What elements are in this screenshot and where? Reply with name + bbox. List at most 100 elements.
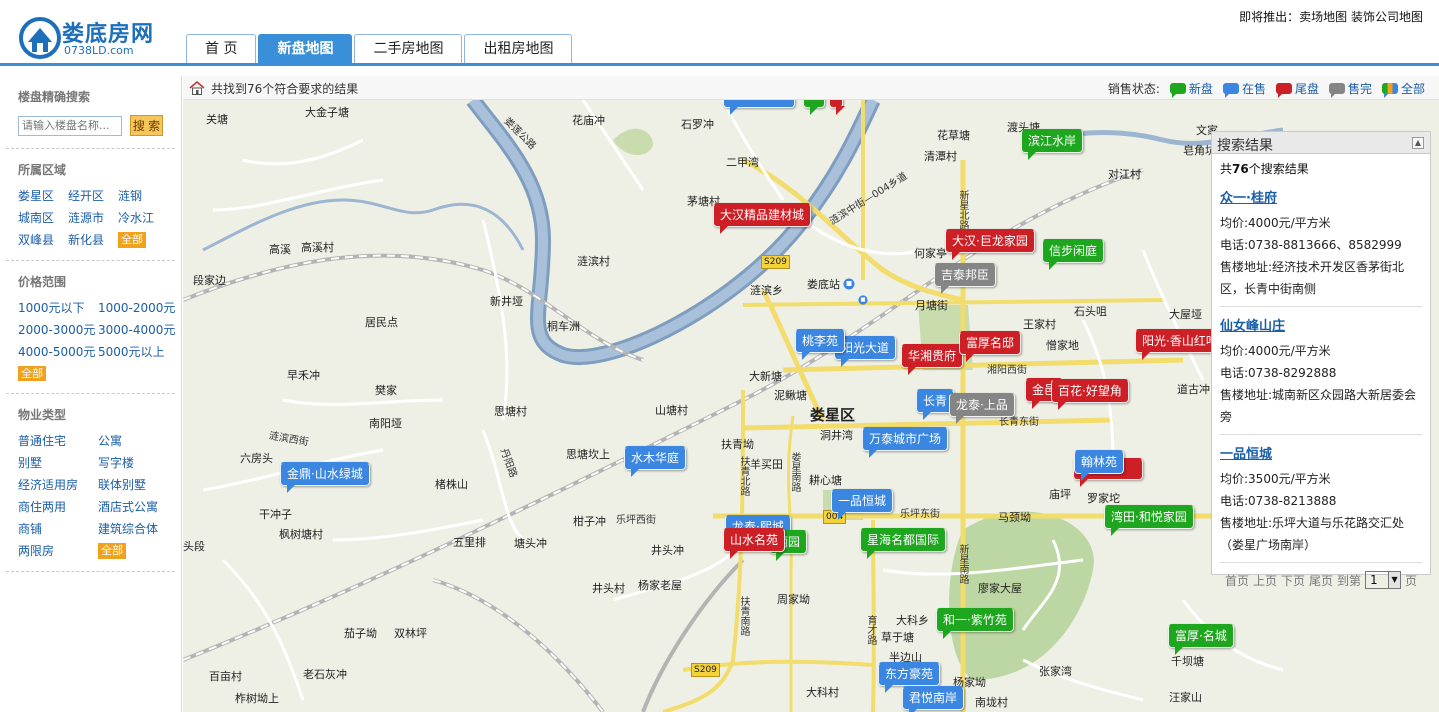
result-name-link[interactable]: 一品恒城 xyxy=(1220,443,1422,462)
result-price: 均价:4000元/平方米 xyxy=(1220,344,1331,358)
page-select[interactable]: 1 ▼ xyxy=(1365,571,1402,589)
price-link[interactable]: 2000-3000元 xyxy=(18,322,98,338)
property-marker[interactable]: 星海名都国际 xyxy=(860,528,947,559)
result-name-link[interactable]: 众一·桂府 xyxy=(1220,187,1422,206)
search-title: 楼盘精确搜索 xyxy=(18,90,91,104)
type-link[interactable]: 建筑综合体 xyxy=(98,521,178,537)
tab-second-hand-map[interactable]: 二手房地图 xyxy=(354,34,463,64)
property-marker[interactable]: 百花·好望角 xyxy=(1051,379,1129,410)
property-marker[interactable]: 一品恒城 xyxy=(831,489,894,520)
price-link[interactable]: 5000元以上 xyxy=(98,344,178,360)
house-logo-icon xyxy=(19,17,61,59)
place-label: 干冲子 xyxy=(259,508,292,521)
road-label: 育才路 xyxy=(865,615,876,645)
type-link[interactable]: 经济适用房 xyxy=(18,477,98,493)
property-marker[interactable]: 金鼎·山水绿城 xyxy=(280,462,370,493)
property-marker[interactable]: 水木华庭 xyxy=(624,446,687,477)
type-link[interactable]: 联体别墅 xyxy=(98,477,178,493)
property-marker[interactable]: 君悦南岸 xyxy=(902,686,965,712)
property-marker-clipped[interactable] xyxy=(829,100,845,115)
search-results-panel: 搜索结果 ▲ 共76个搜索结果 众一·桂府 均价:4000元/平方米 电话:07… xyxy=(1211,131,1431,589)
home-icon[interactable] xyxy=(189,80,205,96)
property-marker[interactable]: 富厚名邸 xyxy=(959,331,1022,362)
legend-tail[interactable]: 尾盘 xyxy=(1275,80,1319,98)
type-link[interactable]: 商铺 xyxy=(18,521,98,537)
property-marker[interactable]: 翰林苑 xyxy=(1074,450,1125,481)
place-label: 塘头冲 xyxy=(514,537,547,550)
place-label: 张家湾 xyxy=(1039,665,1072,678)
tab-home[interactable]: 首 页 xyxy=(186,34,257,64)
prev-page-link[interactable]: 上页 xyxy=(1253,572,1277,589)
place-label: 廖家大屋 xyxy=(978,582,1022,595)
type-link[interactable]: 普通住宅 xyxy=(18,433,98,449)
place-label: 娄底站 xyxy=(807,278,840,291)
property-marker-clipped[interactable] xyxy=(723,100,795,115)
region-link[interactable]: 冷水江 xyxy=(118,210,168,226)
next-page-link[interactable]: 下页 xyxy=(1281,572,1305,589)
property-marker[interactable]: 滨江水岸 xyxy=(1021,129,1084,160)
type-link[interactable]: 两限房 xyxy=(18,543,98,559)
type-all-button[interactable]: 全部 xyxy=(98,543,126,559)
tab-rental-map[interactable]: 出租房地图 xyxy=(464,34,573,64)
region-link[interactable]: 娄星区 xyxy=(18,188,68,204)
collapse-icon[interactable]: ▲ xyxy=(1412,137,1424,149)
first-page-link[interactable]: 首页 xyxy=(1225,572,1249,589)
property-marker[interactable]: 龙泰·上品 xyxy=(949,393,1015,424)
price-link[interactable]: 4000-5000元 xyxy=(18,344,98,360)
result-address: 售楼地址:城南新区众园路大新居委会旁 xyxy=(1220,388,1417,424)
region-link[interactable]: 新化县 xyxy=(68,232,118,248)
property-marker[interactable]: 万泰城市广场 xyxy=(862,427,949,458)
property-marker[interactable]: 和一·紫竹苑 xyxy=(936,608,1014,639)
type-link[interactable]: 写字楼 xyxy=(98,455,178,471)
region-link[interactable]: 涟钢 xyxy=(118,188,168,204)
result-name-link[interactable]: 仙女峰山庄 xyxy=(1220,315,1422,334)
property-marker[interactable]: 桃李苑 xyxy=(795,329,846,360)
price-link[interactable]: 1000-2000元 xyxy=(98,300,178,316)
price-all-button[interactable]: 全部 xyxy=(18,366,46,381)
road-label: 乐坪东街 xyxy=(900,509,940,520)
region-link[interactable]: 经开区 xyxy=(68,188,118,204)
header: 娄底房网 0738LD.com 首 页 新盘地图 二手房地图 出租房地图 即将推… xyxy=(0,0,1439,66)
search-button[interactable]: 搜 索 xyxy=(130,115,163,136)
property-marker[interactable]: 信步闲庭 xyxy=(1042,239,1105,270)
legend-new-label: 新盘 xyxy=(1188,82,1213,96)
green-bubble-icon xyxy=(1169,83,1186,98)
last-page-link[interactable]: 尾页 xyxy=(1309,572,1333,589)
result-address: 售楼地址:经济技术开发区香茅街北区，长青中街南侧 xyxy=(1220,260,1405,296)
type-link[interactable]: 别墅 xyxy=(18,455,98,471)
price-link[interactable]: 3000-4000元 xyxy=(98,322,178,338)
legend-on-sale[interactable]: 在售 xyxy=(1222,80,1266,98)
type-link[interactable]: 公寓 xyxy=(98,433,178,449)
region-link[interactable]: 城南区 xyxy=(18,210,68,226)
legend-sold-out-label: 售完 xyxy=(1347,82,1372,96)
goto-label: 到第 xyxy=(1337,573,1362,588)
search-input[interactable] xyxy=(18,115,122,136)
property-marker[interactable]: 华湘贵府 xyxy=(901,344,964,375)
property-marker[interactable]: 大汉精品建材城 xyxy=(713,203,812,234)
result-phone: 电话:0738-8813666、8582999 xyxy=(1220,238,1402,252)
region-link[interactable]: 双峰县 xyxy=(18,232,68,248)
type-link[interactable]: 商住两用 xyxy=(18,499,98,515)
legend-all[interactable]: 全部 xyxy=(1381,80,1425,98)
property-marker[interactable]: 富厚·名城 xyxy=(1168,624,1234,655)
property-marker[interactable]: 吉泰邦臣 xyxy=(934,263,997,294)
place-label: 关塘 xyxy=(206,113,228,126)
place-label: 汪家山 xyxy=(1169,691,1202,704)
property-marker[interactable]: 东方豪苑 xyxy=(878,662,941,693)
region-link[interactable]: 涟源市 xyxy=(68,210,118,226)
property-marker[interactable]: 湾田·和悦家园 xyxy=(1104,505,1194,536)
result-address: 售楼地址:乐坪大道与乐花路交汇处（娄星广场南岸） xyxy=(1220,516,1405,552)
site-logo[interactable]: 娄底房网 0738LD.com xyxy=(18,14,168,60)
place-label: 王家村 xyxy=(1023,318,1056,331)
property-marker-clipped[interactable] xyxy=(803,100,825,115)
property-marker[interactable]: 大汉·巨龙家园 xyxy=(945,229,1035,260)
legend-new[interactable]: 新盘 xyxy=(1169,80,1213,98)
region-all-button[interactable]: 全部 xyxy=(118,232,146,248)
place-label: 清潭村 xyxy=(924,150,957,163)
price-link[interactable]: 1000元以下 xyxy=(18,300,98,316)
tab-new-house-map[interactable]: 新盘地图 xyxy=(258,34,353,64)
property-marker[interactable]: 山水名苑 xyxy=(723,528,786,559)
legend-sold-out[interactable]: 售完 xyxy=(1328,80,1372,98)
place-label: 泥鳅塘 xyxy=(774,389,807,402)
type-link[interactable]: 酒店式公寓 xyxy=(98,499,178,515)
